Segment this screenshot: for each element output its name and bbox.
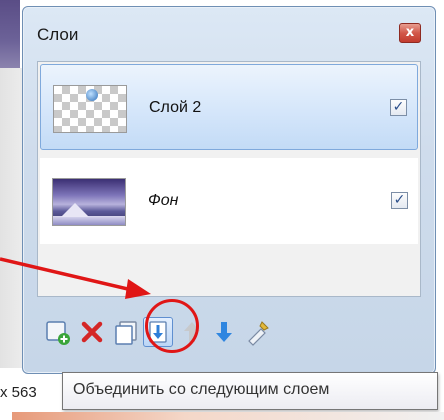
annotation-arrow <box>0 257 151 299</box>
tooltip: Объединить со следующим слоем <box>62 372 438 410</box>
status-dimensions: x 563 <box>0 384 37 401</box>
annotation-circle <box>145 299 199 353</box>
bottom-strip <box>12 412 444 420</box>
